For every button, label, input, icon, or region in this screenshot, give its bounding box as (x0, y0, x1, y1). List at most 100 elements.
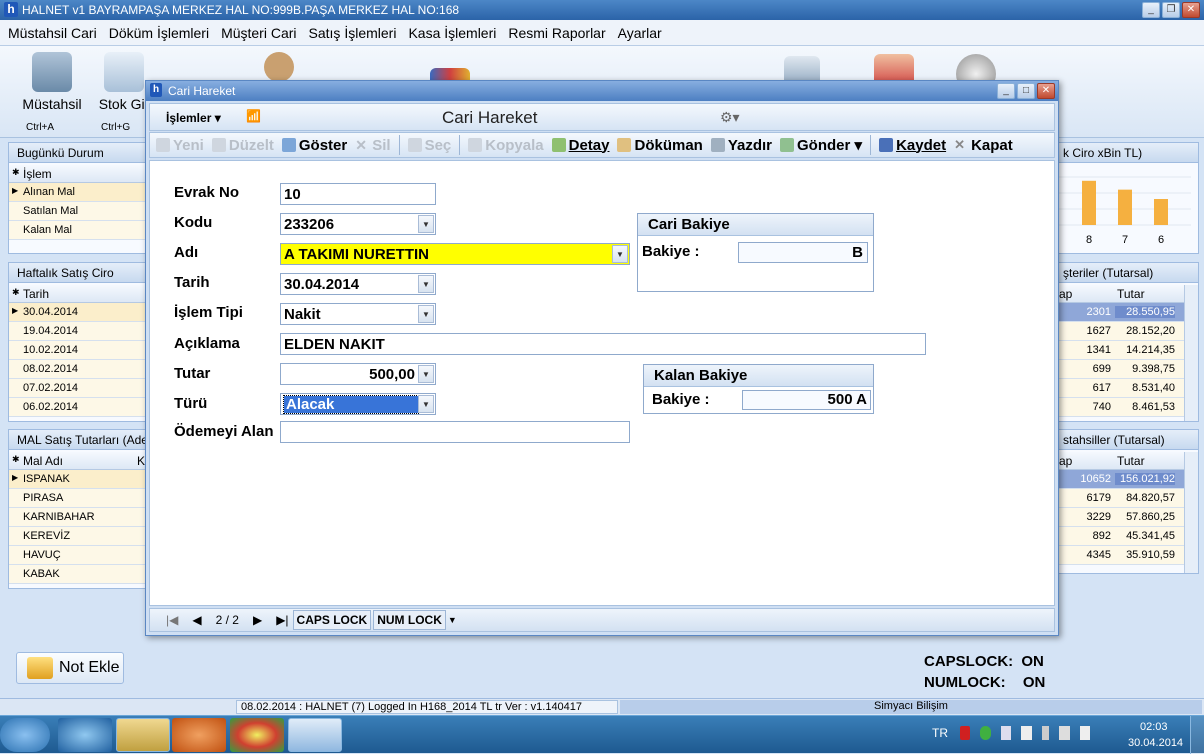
start-button[interactable] (0, 718, 50, 752)
tutar-field[interactable]: 500,00 ▼ (280, 363, 436, 385)
chrome-icon[interactable] (230, 718, 284, 752)
evrak-no-field[interactable]: 10 (280, 183, 436, 205)
restore-button[interactable]: ❐ (1162, 2, 1180, 18)
network-icon[interactable] (1000, 726, 1012, 740)
send-button[interactable]: Gönder ▾ (780, 136, 862, 154)
dialog-minimize-button[interactable]: _ (997, 83, 1015, 99)
aciklama-field[interactable]: ELDEN NAKIT (280, 333, 926, 355)
menu-ayarlar[interactable]: Ayarlar (618, 25, 662, 41)
menu-musteri-cari[interactable]: Müşteri Cari (221, 25, 296, 41)
menu-mustahsil-cari[interactable]: Müstahsil Cari (8, 25, 97, 41)
chevron-down-icon[interactable]: ▼ (418, 365, 434, 383)
first-record-button[interactable]: |◀ (166, 613, 178, 627)
table-row[interactable]: 699 9.398,75 (1055, 360, 1198, 379)
table-row[interactable]: PIRASA (9, 489, 145, 508)
close-dialog-button[interactable]: ✕ Kapat (954, 137, 1013, 154)
sync-icon[interactable] (980, 726, 991, 740)
clock-date[interactable]: 30.04.2014 (1128, 737, 1183, 749)
menu-resmi-raporlar[interactable]: Resmi Raporlar (508, 25, 605, 41)
table-row[interactable]: 4345 35.910,59 (1055, 546, 1198, 565)
chevron-down-icon[interactable]: ▼ (418, 275, 434, 293)
prev-record-button[interactable]: ◀ (192, 613, 201, 627)
select-button[interactable]: Seç (407, 137, 451, 154)
table-row[interactable]: 07.02.2014 (9, 379, 145, 398)
chart-icon[interactable]: 📶 (246, 109, 261, 123)
table-row[interactable]: 1341 14.214,35 (1055, 341, 1198, 360)
table-row[interactable]: 10652 156.021,92 (1055, 470, 1198, 489)
detail-button[interactable]: Detay (551, 137, 609, 154)
show-button[interactable]: Göster (281, 137, 347, 154)
kodu-combo[interactable]: 233206 ▼ (280, 213, 436, 235)
table-row[interactable]: KABAK (9, 565, 145, 584)
scrollbar[interactable] (1184, 285, 1198, 421)
flag-icon[interactable] (1021, 726, 1032, 740)
ie-icon[interactable] (58, 718, 112, 752)
show-desktop-button[interactable] (1190, 716, 1204, 754)
table-row[interactable]: 08.02.2014 (9, 360, 145, 379)
list-item[interactable]: Kalan Mal (9, 221, 145, 240)
table-row[interactable]: 06.02.2014 (9, 398, 145, 417)
grid-header[interactable]: ✱ Tarih (9, 285, 145, 303)
grid-header[interactable]: ✱ İşlem (9, 165, 145, 183)
document-button[interactable]: Döküman (617, 137, 703, 154)
table-row[interactable]: HAVUÇ (9, 546, 145, 565)
clock-time[interactable]: 02:03 (1140, 721, 1168, 733)
user-icon[interactable] (264, 52, 294, 82)
dialog-maximize-button[interactable]: □ (1017, 83, 1035, 99)
grid-header[interactable]: ✱ Mal Adı K (9, 452, 145, 470)
tarih-combo[interactable]: 30.04.2014 ▼ (280, 273, 436, 295)
grid-header[interactable]: ap Tutar (1055, 452, 1198, 470)
delete-button[interactable]: ✕ Sil (355, 137, 390, 154)
menu-kasa-islemleri[interactable]: Kasa İşlemleri (408, 25, 496, 41)
media-player-icon[interactable] (172, 718, 226, 752)
copy-button[interactable]: Kopyala (468, 137, 544, 154)
chevron-down-icon[interactable]: ▼ (418, 215, 434, 233)
volume-icon[interactable] (1079, 726, 1090, 740)
last-record-button[interactable]: ▶| (276, 613, 288, 627)
list-item[interactable]: ▶ Alınan Mal (9, 183, 145, 202)
edit-button[interactable]: Düzelt (211, 137, 274, 154)
close-button[interactable]: ✕ (1182, 2, 1200, 18)
scrollbar[interactable] (1184, 452, 1198, 573)
halnet-taskbar-icon[interactable] (288, 718, 342, 752)
table-row[interactable]: 892 45.341,45 (1055, 527, 1198, 546)
menu-dokum-islemleri[interactable]: Döküm İşlemleri (109, 25, 209, 41)
table-row[interactable]: 1627 28.152,20 (1055, 322, 1198, 341)
language-indicator[interactable]: TR (932, 726, 948, 740)
table-row[interactable]: ▶ 30.04.2014 (9, 303, 145, 322)
islemler-menu[interactable]: İşlemler ▾ (166, 111, 221, 125)
table-row[interactable]: 10.02.2014 (9, 341, 145, 360)
table-row[interactable]: 2301 28.550,95 (1055, 303, 1198, 322)
islem-tipi-combo[interactable]: Nakit ▼ (280, 303, 436, 325)
table-row[interactable]: 740 8.461,53 (1055, 398, 1198, 417)
antivirus-icon[interactable] (960, 726, 971, 740)
table-row[interactable]: KARNIBAHAR (9, 508, 145, 527)
gear-icon[interactable]: ⚙▾ (720, 109, 740, 126)
chevron-down-icon[interactable]: ▼ (418, 395, 434, 413)
table-row[interactable]: 19.04.2014 (9, 322, 145, 341)
odemeyi-alan-field[interactable] (280, 421, 630, 443)
table-row[interactable]: 617 8.531,40 (1055, 379, 1198, 398)
chevron-down-icon[interactable]: ▼ (418, 305, 434, 323)
table-row[interactable]: 6179 84.820,57 (1055, 489, 1198, 508)
grid-header[interactable]: ap Tutar (1055, 285, 1198, 303)
list-item[interactable]: Satılan Mal (9, 202, 145, 221)
next-record-button[interactable]: ▶ (253, 613, 262, 627)
table-row[interactable]: ▶ ISPANAK (9, 470, 145, 489)
table-row[interactable]: 3229 57.860,25 (1055, 508, 1198, 527)
print-button[interactable]: Yazdır (710, 137, 772, 154)
chevron-down-icon[interactable]: ▼ (612, 245, 628, 263)
ribbon-mustahsil-button[interactable]: Müstahsil (22, 52, 82, 112)
turu-combo[interactable]: Alacak ▼ (280, 393, 436, 415)
minimize-button[interactable]: _ (1142, 2, 1160, 18)
explorer-icon[interactable] (116, 718, 170, 752)
save-button[interactable]: Kaydet (879, 137, 946, 154)
new-button[interactable]: Yeni (156, 137, 204, 154)
adi-combo[interactable]: A TAKIMI NURETTIN ▼ (280, 243, 630, 265)
not-ekle-button[interactable]: Not Ekle (16, 652, 124, 684)
battery-icon[interactable] (1041, 726, 1050, 740)
signal-icon[interactable] (1059, 726, 1070, 740)
dialog-close-button[interactable]: ✕ (1037, 83, 1055, 99)
menu-satis-islemleri[interactable]: Satış İşlemleri (309, 25, 397, 41)
chevron-down-icon[interactable]: ▼ (448, 615, 457, 625)
